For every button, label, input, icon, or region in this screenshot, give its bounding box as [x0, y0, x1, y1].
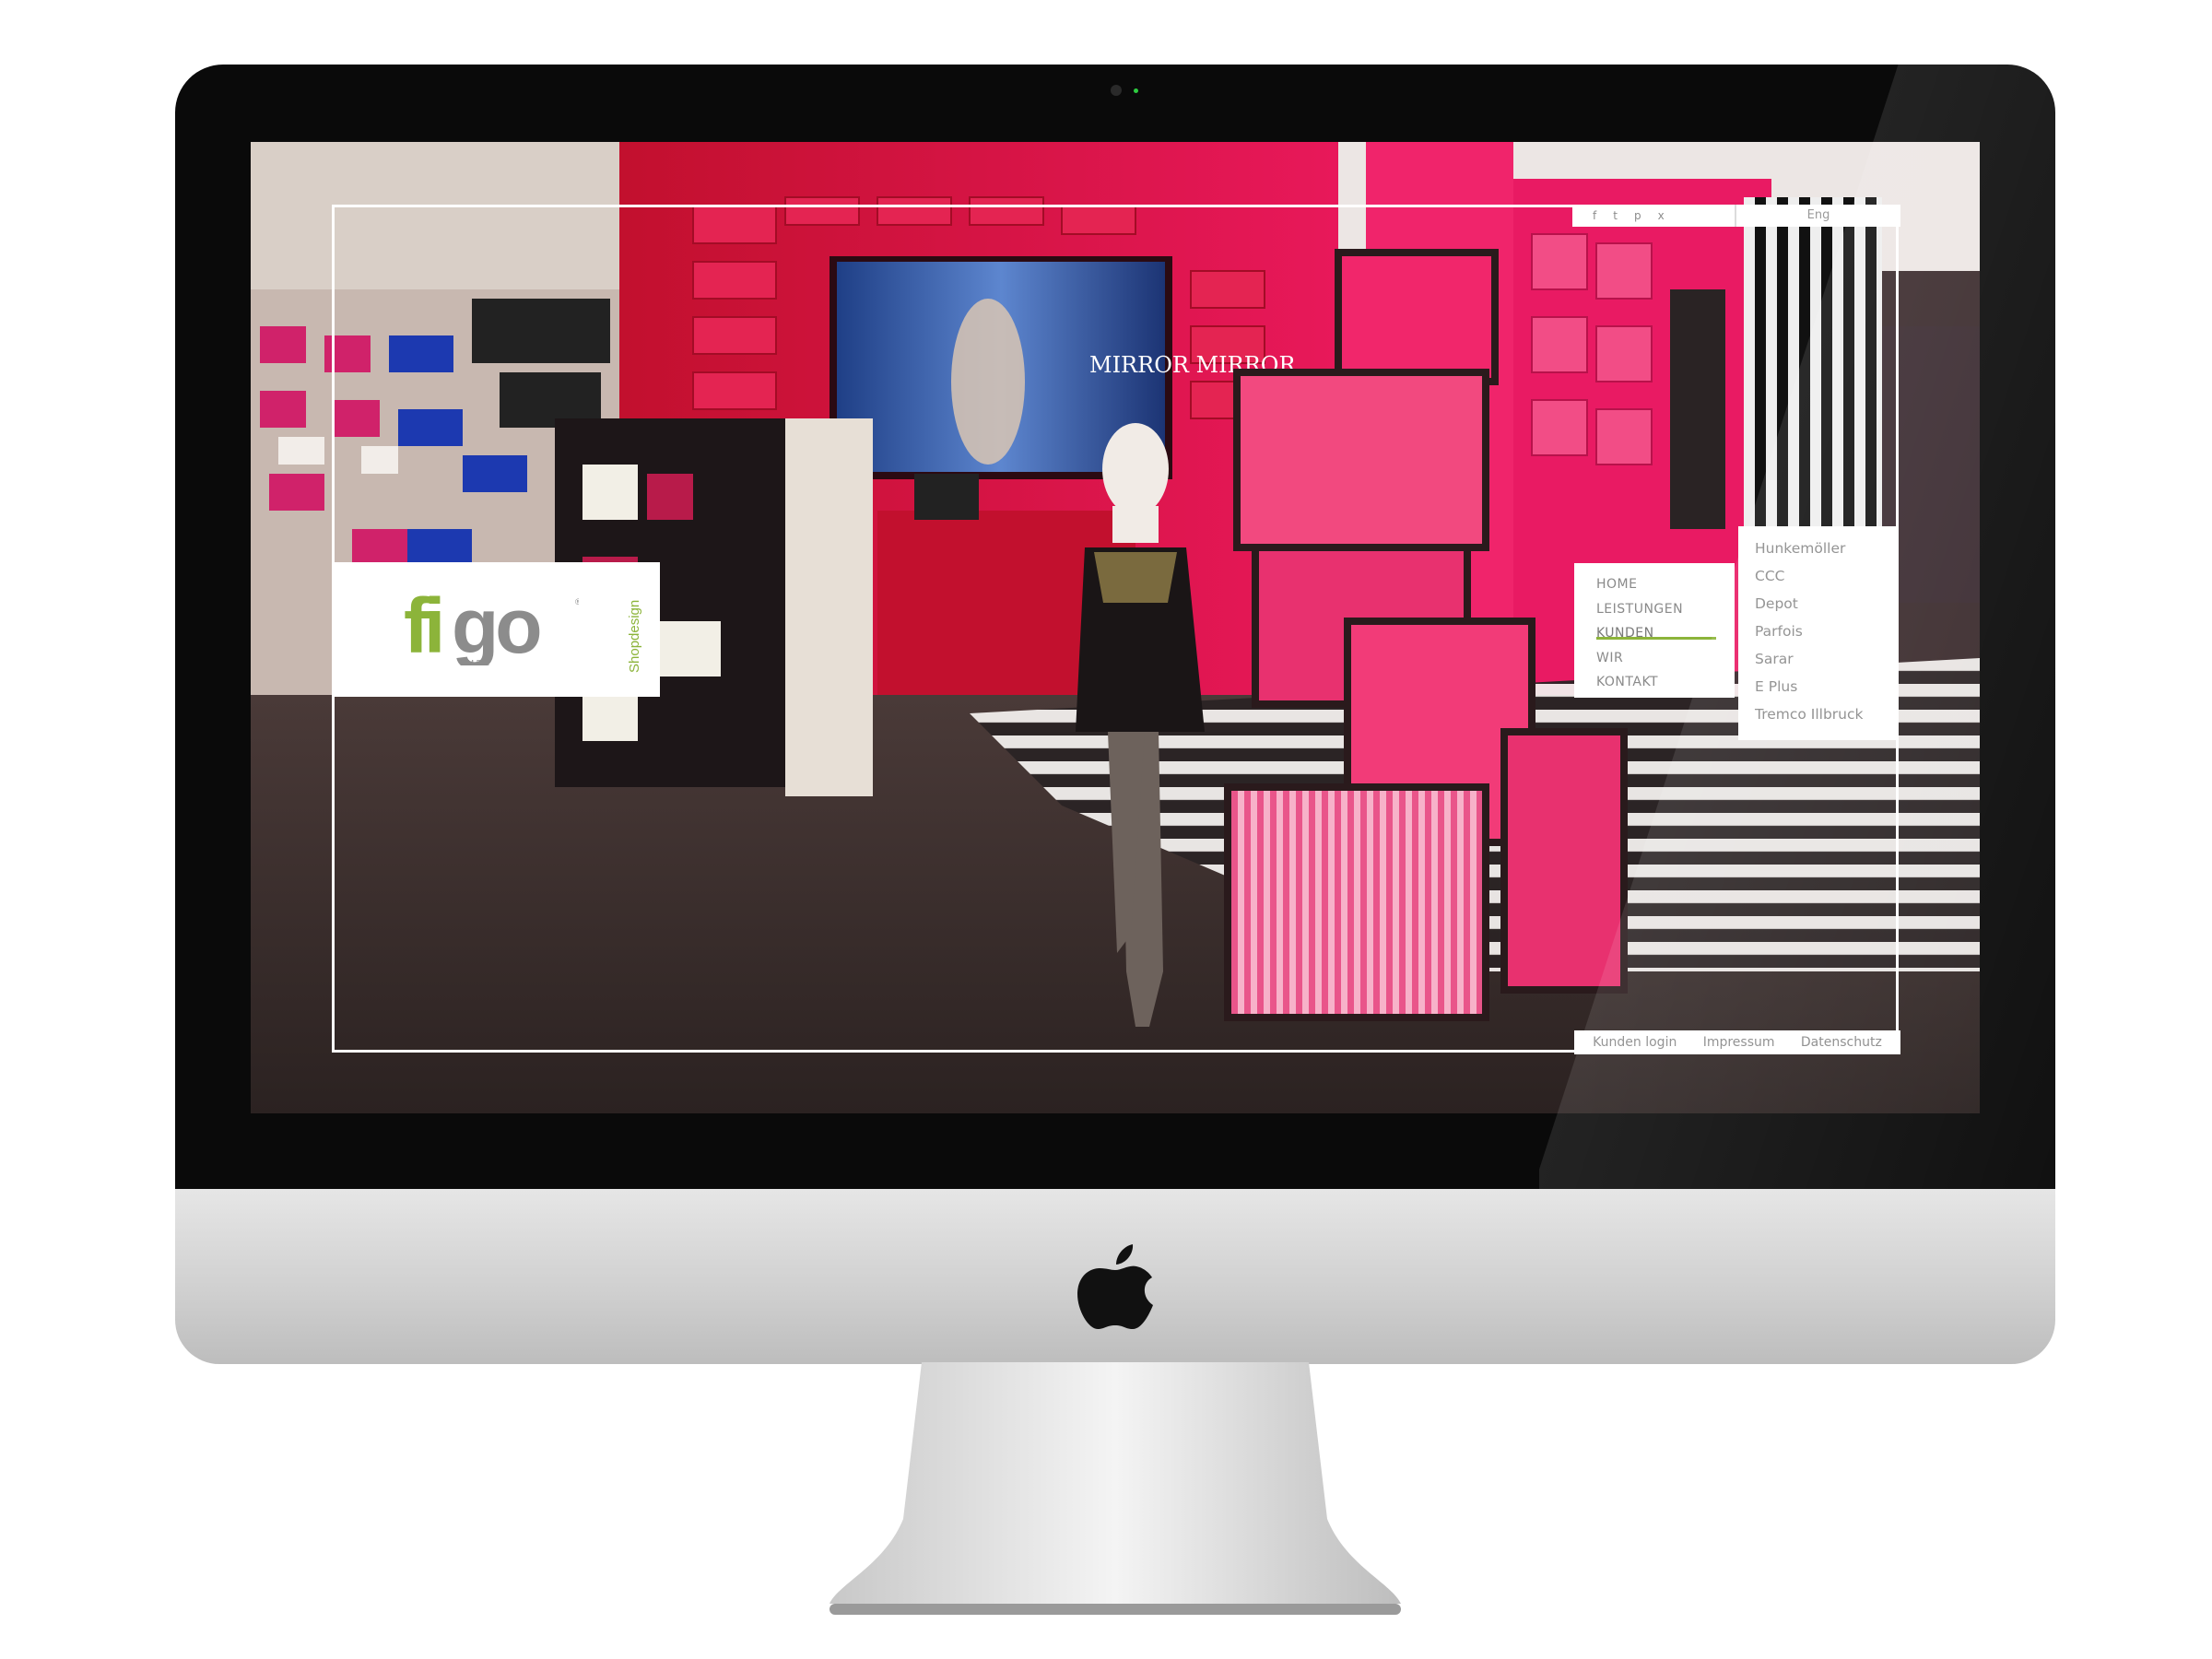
twitter-icon[interactable]: t [1613, 205, 1618, 227]
language-switch[interactable]: Eng [1736, 205, 1900, 227]
social-links: f t p x [1572, 205, 1735, 227]
client-item[interactable]: Tremco Illbruck [1755, 705, 1899, 733]
xing-icon[interactable]: x [1658, 205, 1665, 227]
footer-links: Kunden login Impressum Datenschutz [1574, 1030, 1900, 1054]
monitor-chin [175, 1189, 2055, 1364]
nav-home[interactable]: HOME [1596, 576, 1735, 601]
nav-active-underline [1596, 637, 1716, 640]
top-bar: f t p x Eng [1572, 205, 1900, 227]
apple-logo-icon [1077, 1244, 1153, 1329]
screen-bezel: MIRROR MIRROR f t p x Eng fi go ® GMBH S… [175, 65, 2055, 1189]
svg-text:fi: fi [404, 592, 441, 665]
tagline-shopdesign: Shopdesign [627, 599, 642, 673]
webcam [1111, 85, 1122, 96]
impressum-link[interactable]: Impressum [1703, 1035, 1775, 1050]
pinterest-icon[interactable]: p [1634, 205, 1641, 227]
client-item[interactable]: Sarar [1755, 650, 1899, 677]
facebook-icon[interactable]: f [1593, 205, 1596, 227]
client-item[interactable]: Hunkemöller [1755, 539, 1899, 567]
logo-panel[interactable]: fi go ® GMBH Shopdesign [332, 562, 660, 697]
svg-text:GMBH: GMBH [459, 659, 492, 665]
svg-text:go: go [452, 592, 540, 665]
figo-logo: fi go ® GMBH [404, 592, 579, 665]
kunden-login-link[interactable]: Kunden login [1593, 1035, 1677, 1050]
svg-text:®: ® [575, 597, 579, 606]
main-navigation: HOME LEISTUNGEN KUNDEN WIR KONTAKT [1574, 563, 1735, 698]
monitor-stand [830, 1362, 1401, 1615]
nav-wir[interactable]: WIR [1596, 650, 1735, 675]
nav-kontakt[interactable]: KONTAKT [1596, 674, 1735, 699]
client-item[interactable]: CCC [1755, 567, 1899, 594]
imac-monitor: MIRROR MIRROR f t p x Eng fi go ® GMBH S… [175, 65, 2055, 1615]
website-screen: MIRROR MIRROR f t p x Eng fi go ® GMBH S… [251, 142, 1980, 1113]
client-list: Hunkemöller CCC Depot Parfois Sarar E Pl… [1738, 526, 1899, 740]
webcam-led [1134, 88, 1138, 93]
nav-leistungen[interactable]: LEISTUNGEN [1596, 601, 1735, 626]
client-item[interactable]: E Plus [1755, 677, 1899, 705]
client-item[interactable]: Parfois [1755, 622, 1899, 650]
client-item[interactable]: Depot [1755, 594, 1899, 622]
datenschutz-link[interactable]: Datenschutz [1801, 1035, 1882, 1050]
